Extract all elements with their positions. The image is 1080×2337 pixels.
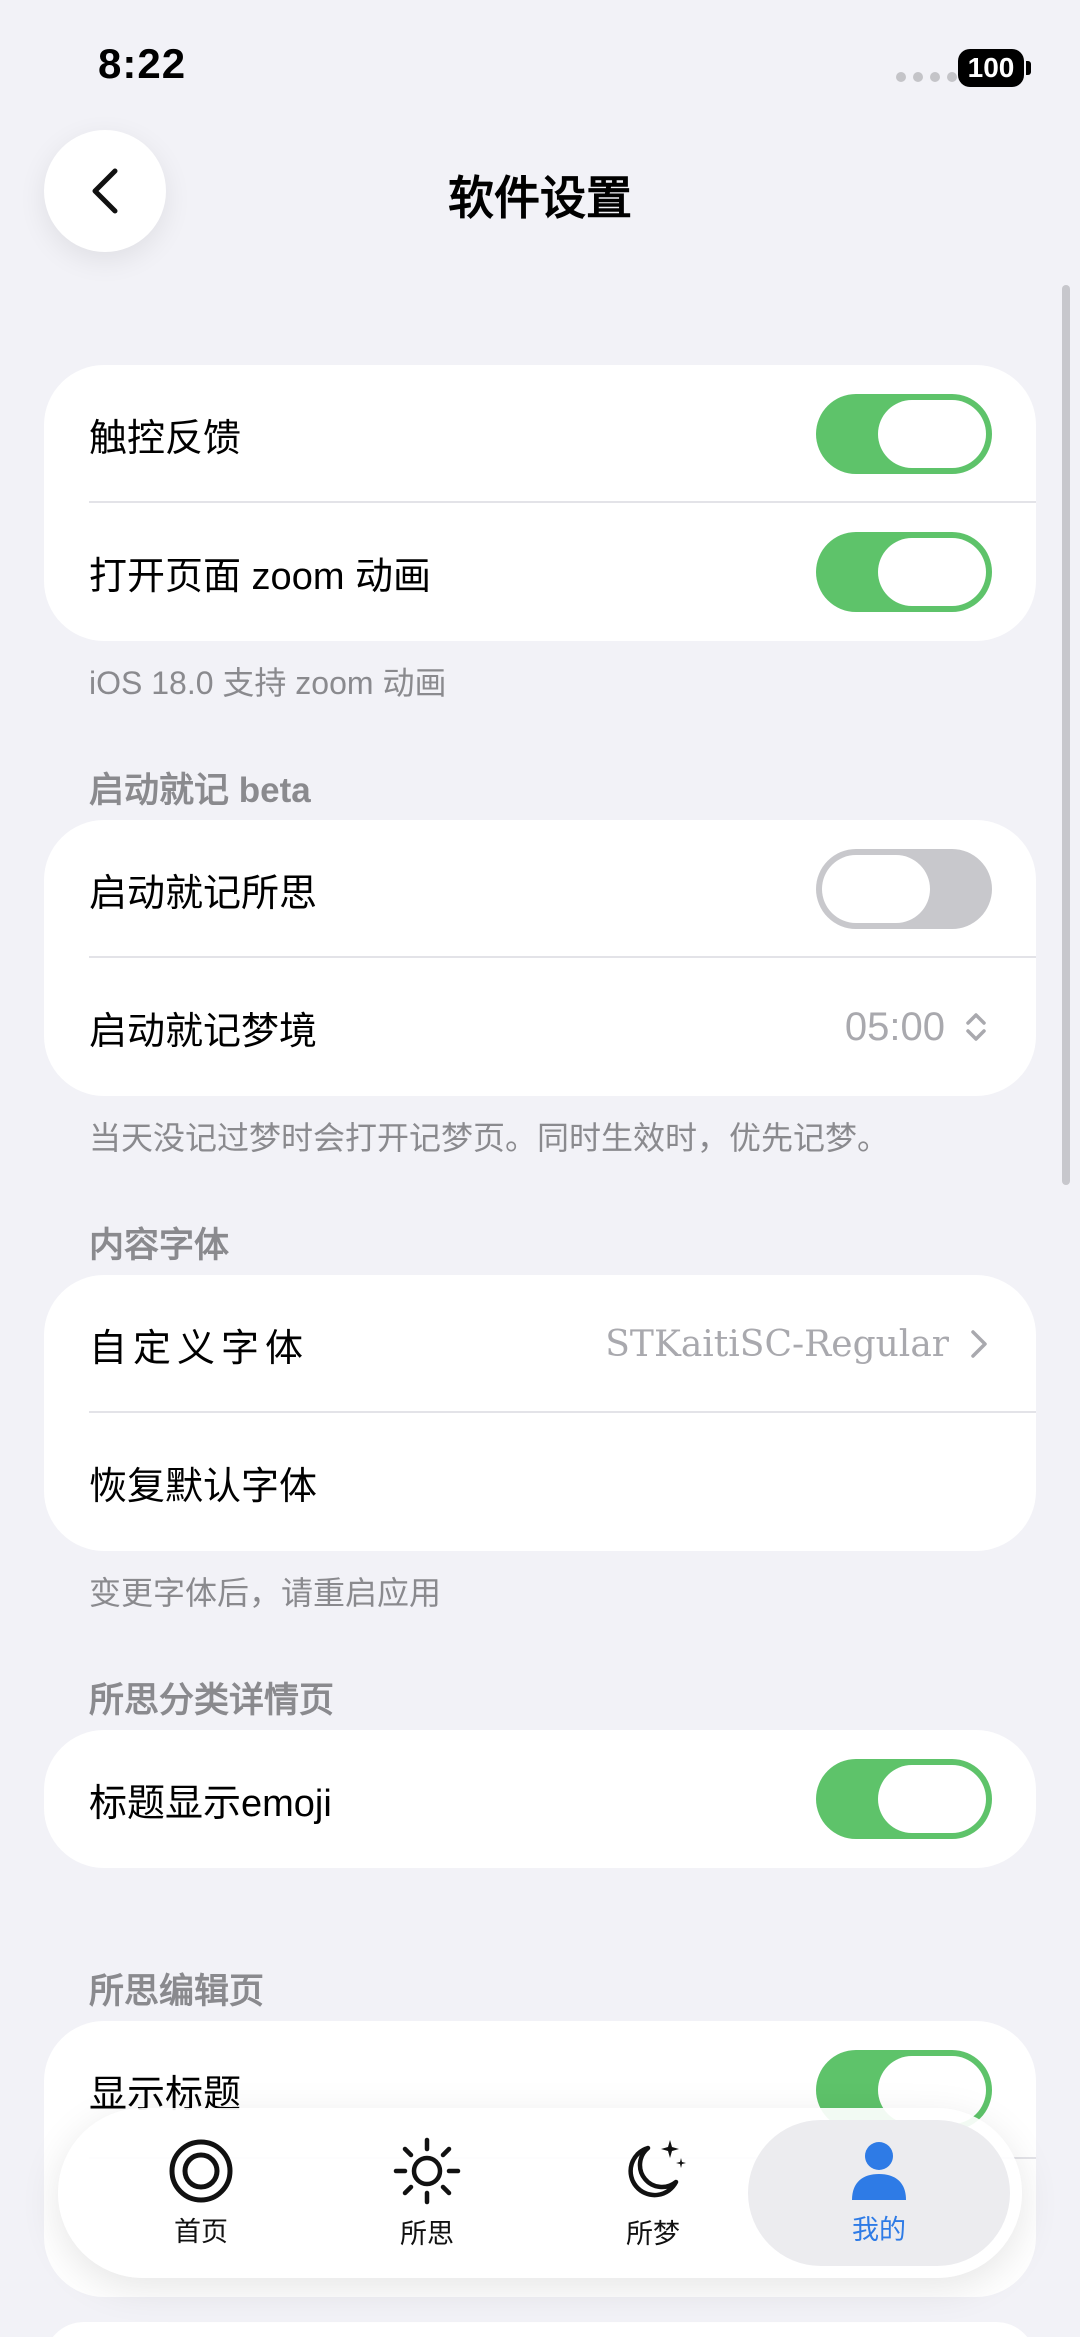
launch-settings-card: 启动就记所思 启动就记梦境 05:00 [44, 820, 1036, 1096]
row-label: 自定义字体 [89, 1325, 310, 1370]
general-footer: iOS 18.0 支持 zoom 动画 [89, 665, 447, 701]
haptic-feedback-toggle[interactable] [816, 394, 992, 474]
signal-icon [896, 72, 957, 82]
row-label: 打开页面 zoom 动画 [89, 555, 432, 598]
dream-time-value[interactable]: 05:00 [845, 1005, 945, 1050]
tab-label: 首页 [174, 2216, 228, 2247]
zoom-animation-toggle[interactable] [816, 532, 992, 612]
row-label: 触控反馈 [89, 417, 242, 460]
title-emoji-row[interactable]: 标题显示emoji [44, 1730, 1036, 1868]
sun-icon [393, 2137, 461, 2204]
zoom-animation-row[interactable]: 打开页面 zoom 动画 [44, 503, 1036, 641]
custom-font-value: STKaitiSC-Regular [605, 1323, 949, 1365]
font-footer: 变更字体后，请重启应用 [89, 1575, 442, 1611]
haptic-feedback-row[interactable]: 触控反馈 [44, 365, 1036, 503]
editor-section-header: 所思编辑页 [89, 1972, 265, 2011]
row-label: 启动就记所思 [89, 872, 318, 915]
font-settings-card: 自定义字体 STKaitiSC-Regular 恢复默认字体 [44, 1275, 1036, 1551]
launch-section-header: 启动就记 beta [89, 771, 311, 810]
category-section-header: 所思分类详情页 [89, 1681, 335, 1720]
title-emoji-toggle[interactable] [816, 1759, 992, 1839]
chevron-up-down-icon [966, 1013, 986, 1041]
tab-label: 所梦 [626, 2218, 680, 2249]
font-section-header: 内容字体 [89, 1226, 230, 1265]
chevron-right-icon [971, 1330, 987, 1358]
status-bar: 8:22 100 [0, 0, 1080, 130]
page-title: 软件设置 [448, 172, 632, 224]
tab-dreams[interactable]: 所梦 [540, 2108, 766, 2278]
battery-tip [1026, 61, 1031, 75]
tab-thoughts[interactable]: 所思 [314, 2108, 540, 2278]
next-card-edge [44, 2322, 1036, 2337]
launch-dream-row[interactable]: 启动就记梦境 05:00 [44, 958, 1036, 1096]
row-label: 恢复默认字体 [89, 1465, 318, 1508]
battery-icon: 100 [958, 49, 1024, 87]
launch-footer: 当天没记过梦时会打开记梦页。同时生效时，优先记梦。 [89, 1120, 890, 1156]
tab-home[interactable]: 首页 [88, 2108, 314, 2278]
status-time: 8:22 [98, 40, 187, 87]
target-icon [169, 2139, 233, 2202]
tab-label: 所思 [400, 2218, 454, 2249]
tab-me[interactable]: 我的 [748, 2120, 1010, 2266]
launch-thought-toggle[interactable] [816, 849, 992, 929]
scrollbar[interactable] [1062, 285, 1070, 1185]
category-settings-card: 标题显示emoji [44, 1730, 1036, 1868]
reset-font-row[interactable]: 恢复默认字体 [44, 1413, 1036, 1551]
tab-bar: 首页 所思 所梦 我的 [58, 2108, 1022, 2278]
moon-stars-icon [628, 2139, 686, 2197]
tab-label: 我的 [852, 2214, 906, 2245]
custom-font-row[interactable]: 自定义字体 STKaitiSC-Regular [44, 1275, 1036, 1413]
general-settings-card: 触控反馈 打开页面 zoom 动画 [44, 365, 1036, 641]
launch-thought-row[interactable]: 启动就记所思 [44, 820, 1036, 958]
row-label: 标题显示emoji [89, 1782, 332, 1825]
row-label: 启动就记梦境 [89, 1010, 318, 1053]
person-icon [852, 2141, 906, 2200]
